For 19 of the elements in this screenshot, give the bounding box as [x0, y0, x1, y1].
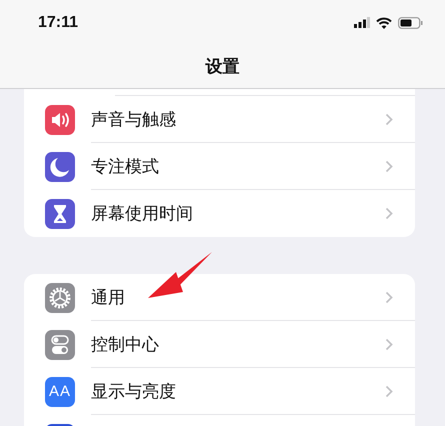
- chevron-icon: [385, 160, 393, 172]
- settings-item[interactable]: 通用: [91, 286, 385, 308]
- wifi-icon: [376, 16, 392, 28]
- battery-icon: [398, 16, 423, 28]
- signal-icon: [354, 17, 370, 28]
- arrow-drawing: [148, 252, 212, 298]
- chevron-icon: [385, 384, 393, 398]
- chevron-icon: [385, 290, 393, 304]
- settings-item[interactable]: 专注模式: [91, 154, 385, 178]
- page-title: 设置: [206, 56, 240, 78]
- settings-item[interactable]: 控制中心: [91, 332, 385, 356]
- chevron-icon: [385, 338, 393, 350]
- chevron-icon: [385, 207, 393, 220]
- settings-item[interactable]: 显示与亮度: [91, 380, 385, 402]
- status-time: 17:11: [38, 14, 80, 32]
- chevron-icon: [385, 112, 393, 126]
- settings-item[interactable]: 屏幕使用时间: [91, 202, 385, 225]
- settings-item[interactable]: 声音与触感: [91, 108, 385, 130]
- text-size-icon: AA: [45, 376, 75, 406]
